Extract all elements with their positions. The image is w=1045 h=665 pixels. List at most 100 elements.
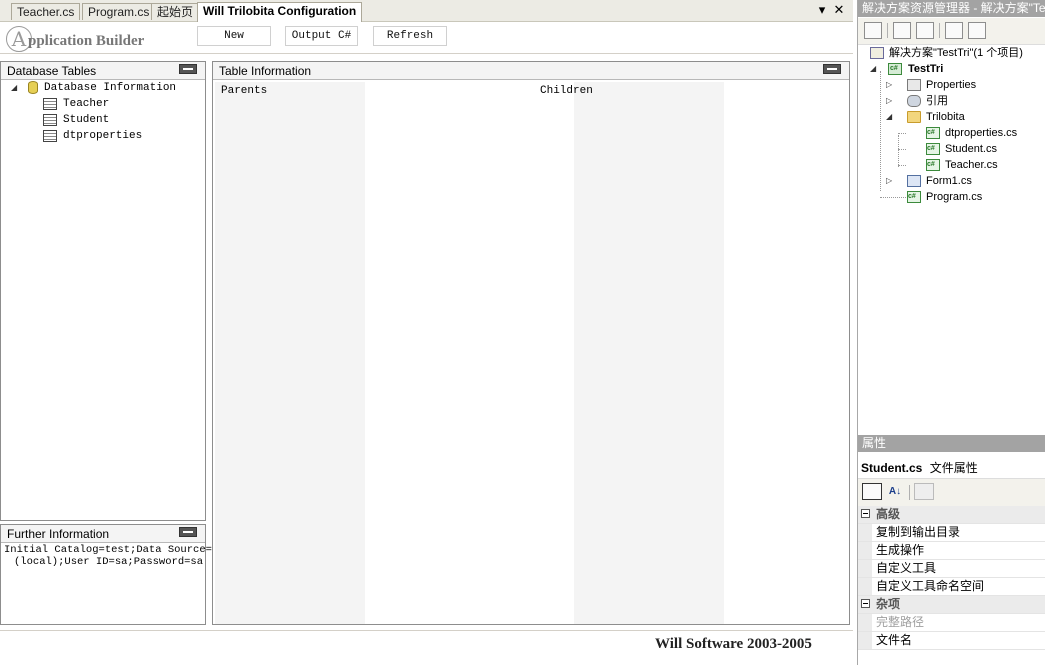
csharp-file-icon	[926, 141, 940, 157]
csharp-file-icon	[907, 189, 921, 205]
properties-object-selector[interactable]: Student.cs 文件属性	[861, 459, 978, 476]
file-student-cs[interactable]: Student.cs	[858, 141, 1045, 157]
tab-will-trilobita-configuration[interactable]: Will Trilobita Configuration	[197, 2, 363, 22]
parents-list[interactable]	[215, 82, 365, 624]
property-label: 自定义工具命名空间	[876, 579, 985, 593]
database-icon	[28, 81, 38, 94]
collapse-icon[interactable]: ◢	[11, 80, 20, 96]
expand-icon[interactable]: ▷	[886, 77, 895, 93]
refresh-icon[interactable]	[916, 22, 934, 39]
table-information-panel: Table Information Parents Children	[212, 61, 850, 625]
tree-item-database-information[interactable]: ◢ Database Information	[1, 80, 205, 96]
further-information-header: Further Information	[1, 525, 205, 543]
tab-program-cs[interactable]: Program.cs	[82, 3, 156, 20]
references-label: 引用	[926, 95, 948, 107]
categorized-view-icon[interactable]	[862, 483, 882, 500]
folder-open-icon	[907, 111, 921, 123]
database-tables-panel: Database Tables ◢ Database Information T…	[0, 61, 206, 521]
tab-start-page[interactable]: 起始页	[151, 3, 200, 20]
minimize-icon[interactable]	[179, 527, 197, 537]
toolbar-separator	[887, 23, 888, 38]
property-label: 完整路径	[876, 615, 925, 629]
tree-item-student[interactable]: Student	[1, 112, 205, 128]
csharp-project-icon	[888, 61, 902, 77]
footer-copyright: Will Software 2003-2005	[655, 636, 812, 652]
collapse-icon[interactable]	[861, 599, 870, 608]
show-all-files-icon[interactable]	[893, 22, 911, 39]
category-advanced[interactable]: 高级	[858, 506, 1045, 524]
application-builder-logo: A pplication Builder	[6, 26, 156, 54]
properties-node[interactable]: ▷ Properties	[858, 77, 1045, 93]
children-list[interactable]	[574, 82, 724, 624]
file-form1-cs[interactable]: ▷ Form1.cs	[858, 173, 1045, 189]
table-icon	[43, 114, 57, 126]
property-label: 生成操作	[876, 543, 925, 557]
collapse-icon[interactable]: ◢	[886, 109, 895, 125]
file-label: Student.cs	[945, 143, 997, 155]
refresh-button[interactable]: Refresh	[373, 26, 447, 46]
solution-explorer-title: 解决方案资源管理器 - 解决方案"TestTri"(1 个项目)	[858, 0, 1045, 17]
tree-item-dtproperties[interactable]: dtproperties	[1, 128, 205, 144]
tree-item-teacher[interactable]: Teacher	[1, 96, 205, 112]
tree-item-label: Student	[63, 114, 110, 126]
property-copy-to-output[interactable]: 复制到输出目录	[858, 524, 1045, 542]
tab-teacher-cs[interactable]: Teacher.cs	[11, 3, 81, 20]
output-csharp-button[interactable]: Output C#	[285, 26, 358, 46]
toolbar-divider	[0, 53, 853, 54]
property-label: 自定义工具	[876, 561, 937, 575]
references-node[interactable]: ▷ 引用	[858, 93, 1045, 109]
file-program-cs[interactable]: Program.cs	[858, 189, 1045, 205]
further-information-title: Further Information	[7, 527, 110, 541]
collapse-icon[interactable]	[861, 509, 870, 518]
properties-folder-icon	[907, 79, 921, 91]
table-information-title: Table Information	[219, 64, 312, 78]
children-label: Children	[540, 85, 593, 97]
property-full-path[interactable]: 完整路径	[858, 614, 1045, 632]
properties-label: Properties	[926, 79, 977, 91]
solution-node[interactable]: 解决方案"TestTri"(1 个项目)	[858, 45, 1045, 61]
property-file-name[interactable]: 文件名	[858, 632, 1045, 650]
minimize-icon[interactable]	[823, 64, 841, 74]
properties-pane-title: 属性	[858, 435, 1045, 452]
property-label: 复制到输出目录	[876, 525, 961, 539]
project-node[interactable]: ◢ TestTri	[858, 61, 1045, 77]
properties-icon[interactable]	[864, 22, 882, 39]
logo-text: pplication Builder	[28, 33, 145, 49]
alphabetical-sort-icon[interactable]: A↓	[885, 483, 905, 500]
collapse-icon[interactable]: ◢	[870, 61, 879, 77]
trilobita-folder-node[interactable]: ◢ Trilobita	[858, 109, 1045, 125]
further-information-panel: Further Information Initial Catalog=test…	[0, 524, 212, 625]
properties-object-type: 文件属性	[929, 461, 978, 475]
file-label: Teacher.cs	[945, 159, 998, 171]
minimize-icon[interactable]	[179, 64, 197, 74]
file-label: Form1.cs	[926, 175, 972, 187]
category-misc[interactable]: 杂项	[858, 596, 1045, 614]
solution-label: 解决方案"TestTri"(1 个项目)	[889, 47, 1023, 59]
table-icon	[43, 130, 57, 142]
file-dtproperties-cs[interactable]: dtproperties.cs	[858, 125, 1045, 141]
property-custom-tool-namespace[interactable]: 自定义工具命名空间	[858, 578, 1045, 596]
solution-tree: 解决方案"TestTri"(1 个项目) ◢ TestTri ▷ Propert…	[858, 45, 1045, 430]
file-label: dtproperties.cs	[945, 127, 1018, 139]
property-grid: 高级 复制到输出目录 生成操作 自定义工具 自定义工具命名空间 杂项 完整路径	[858, 506, 1045, 650]
connection-string-line-1: Initial Catalog=test;Data Source=	[4, 544, 212, 556]
category-label: 高级	[876, 507, 901, 521]
properties-object-name: Student.cs	[861, 461, 923, 475]
property-custom-tool[interactable]: 自定义工具	[858, 560, 1045, 578]
footer-divider	[0, 630, 853, 631]
csharp-file-icon	[926, 157, 940, 173]
trilobita-label: Trilobita	[926, 111, 965, 123]
expand-icon[interactable]: ▷	[886, 93, 895, 109]
project-label: TestTri	[908, 63, 944, 75]
class-view-icon[interactable]	[968, 22, 986, 39]
file-teacher-cs[interactable]: Teacher.cs	[858, 157, 1045, 173]
new-button[interactable]: New	[197, 26, 271, 46]
close-document-icon[interactable]: ✕	[832, 3, 846, 17]
expand-icon[interactable]: ▷	[886, 173, 895, 189]
property-label: 文件名	[876, 633, 913, 647]
property-build-action[interactable]: 生成操作	[858, 542, 1045, 560]
property-pages-icon	[914, 483, 934, 500]
tab-list-dropdown-icon[interactable]: ▾	[815, 3, 829, 17]
view-code-icon[interactable]	[945, 22, 963, 39]
toolbar-separator	[939, 23, 940, 38]
